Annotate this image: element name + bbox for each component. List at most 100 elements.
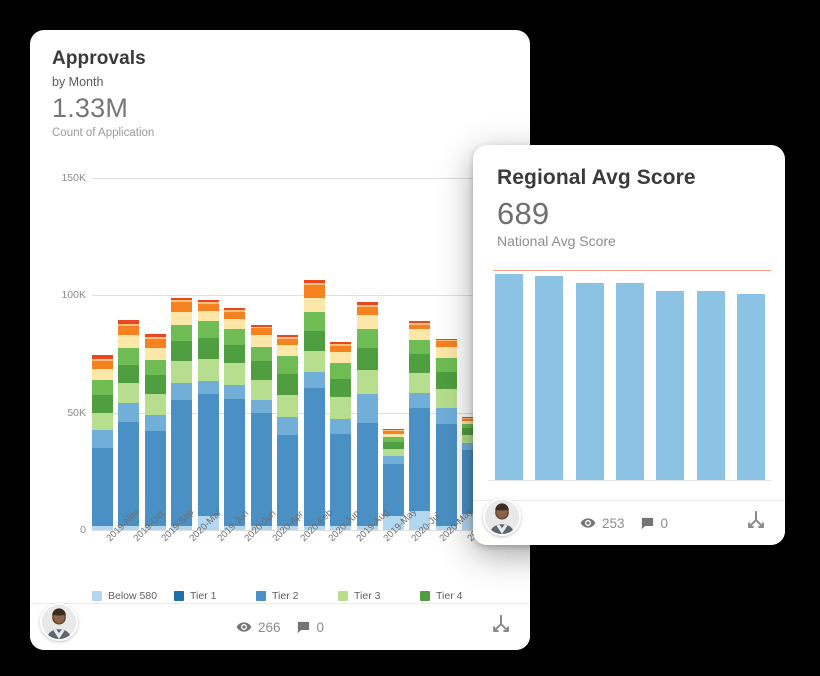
merge-branch-icon[interactable] <box>743 510 769 537</box>
bar-segment <box>409 407 431 512</box>
stacked-bar[interactable] <box>250 324 272 530</box>
dashboard-stage: Approvals by Month 1.33M Count of Applic… <box>0 0 820 676</box>
regional-bar[interactable] <box>575 282 604 481</box>
bar-segment <box>435 357 457 372</box>
stacked-bar[interactable] <box>277 335 299 530</box>
regional-bar[interactable] <box>615 282 644 481</box>
bar-segment <box>197 337 219 359</box>
approvals-chart[interactable]: 0 50K 100K 150K <box>52 172 510 536</box>
legend-swatch <box>338 591 348 601</box>
stacked-bar[interactable] <box>224 308 246 530</box>
bar-segment <box>435 424 457 527</box>
bar-segment <box>277 344 299 357</box>
bar-segment <box>171 324 193 342</box>
legend-label: Tier 3 <box>354 590 381 602</box>
bar-segment <box>356 307 378 316</box>
bar-segment <box>409 339 431 355</box>
regional-title: Regional Avg Score <box>497 166 696 189</box>
bar-segment <box>250 328 272 336</box>
stacked-bar[interactable] <box>197 300 219 530</box>
regional-bar-group <box>495 263 765 481</box>
bar-segment <box>171 361 193 384</box>
approvals-card[interactable]: Approvals by Month 1.33M Count of Applic… <box>30 30 530 650</box>
bar-segment <box>409 372 431 393</box>
regional-caption: National Avg Score <box>497 232 616 249</box>
bar-segment <box>303 330 325 351</box>
regional-card[interactable]: Regional Avg Score 689 National Avg Scor… <box>473 145 785 545</box>
approvals-value: 1.33M <box>52 92 129 123</box>
bar-segment <box>277 417 299 435</box>
legend-label: Tier 4 <box>436 590 463 602</box>
stacked-bar[interactable] <box>330 342 352 530</box>
stacked-bar[interactable] <box>409 321 431 530</box>
approvals-bar-group <box>92 178 510 530</box>
bar-segment <box>382 456 404 465</box>
regional-bar[interactable] <box>736 293 765 481</box>
bar-segment <box>197 358 219 381</box>
stacked-bar[interactable] <box>435 338 457 530</box>
approvals-comments-count: 0 <box>316 619 325 635</box>
legend-item[interactable]: Tier 2 <box>256 590 338 602</box>
bar-segment <box>277 356 299 374</box>
regional-bar[interactable] <box>656 291 685 481</box>
legend-swatch <box>420 591 430 601</box>
approvals-views[interactable]: 266 <box>236 619 281 635</box>
approvals-x-axis: 2019-Nov 2019-Oct 2019-Sep 2020-Mar 2019-Jun… <box>103 506 530 545</box>
legend-label: Tier 1 <box>190 590 217 602</box>
bar-segment <box>92 369 113 380</box>
regional-views[interactable]: 253 <box>580 515 625 531</box>
bar-segment <box>118 348 140 365</box>
bar-segment <box>330 363 352 379</box>
regional-bar[interactable] <box>696 291 725 481</box>
legend-swatch <box>92 591 102 601</box>
bar-segment <box>144 375 166 394</box>
stacked-bar[interactable] <box>144 334 166 530</box>
regional-comments[interactable]: 0 <box>640 516 668 531</box>
approvals-plot-area: 0 50K 100K 150K <box>61 172 510 536</box>
comment-icon <box>296 620 311 635</box>
legend-item[interactable]: Tier 4 <box>420 590 502 602</box>
approvals-title: Approvals <box>52 48 146 69</box>
stacked-bar[interactable] <box>303 280 325 530</box>
bar-segment <box>144 393 166 416</box>
bar-segment <box>250 361 272 380</box>
legend-label: Below 580 <box>108 590 158 602</box>
regional-bar[interactable] <box>535 276 564 481</box>
regional-stats: 253 0 <box>473 515 785 531</box>
bar-segment <box>92 412 113 431</box>
bar-segment <box>171 311 193 325</box>
approvals-views-count: 266 <box>257 619 281 635</box>
legend-swatch <box>256 591 266 601</box>
bar-segment <box>303 297 325 312</box>
bar-segment <box>118 403 140 423</box>
merge-branch-icon[interactable] <box>488 614 514 641</box>
legend-item[interactable]: Tier 3 <box>338 590 420 602</box>
regional-chart[interactable] <box>489 263 771 481</box>
bar-segment <box>250 335 272 347</box>
stacked-bar[interactable] <box>171 297 193 530</box>
y-axis-tick: 50K <box>67 406 86 419</box>
bar-segment <box>435 371 457 390</box>
bar-segment <box>224 363 246 385</box>
bar-segment <box>277 373 299 396</box>
stacked-bar[interactable] <box>356 302 378 530</box>
approvals-header: Approvals by Month 1.33M Count of Applic… <box>30 30 530 139</box>
regional-bar[interactable] <box>495 273 523 481</box>
bar-segment <box>250 399 272 413</box>
bar-segment <box>92 395 113 413</box>
stacked-bar[interactable] <box>118 320 140 530</box>
y-axis-tick: 0 <box>80 524 86 536</box>
bar-segment <box>356 423 378 527</box>
bar-segment <box>118 364 140 384</box>
bar-segment <box>356 348 378 371</box>
legend-item[interactable]: Tier 1 <box>174 590 256 602</box>
approvals-subtitle: by Month <box>52 74 104 89</box>
approvals-comments[interactable]: 0 <box>296 619 325 635</box>
regional-views-count: 253 <box>601 515 625 531</box>
stacked-bar[interactable] <box>92 355 113 530</box>
bar-segment <box>250 346 272 362</box>
legend-item[interactable]: Below 580 <box>92 590 174 602</box>
bar-segment <box>356 370 378 394</box>
bar-segment <box>303 388 325 527</box>
regional-baseline <box>489 480 771 481</box>
